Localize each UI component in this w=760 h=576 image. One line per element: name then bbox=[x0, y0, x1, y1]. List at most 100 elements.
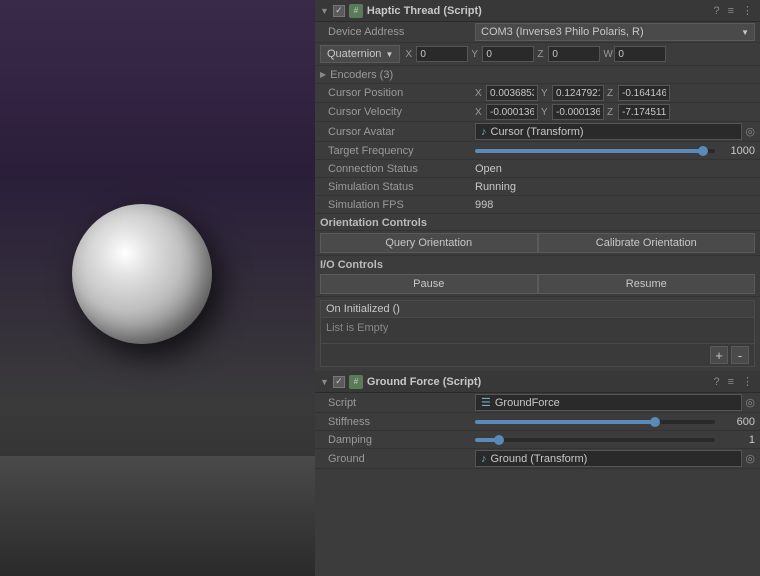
device-address-dropdown[interactable]: COM3 (Inverse3 Philo Polaris, R) bbox=[475, 23, 755, 41]
pos-y-label: Y bbox=[541, 88, 551, 99]
help-icon[interactable]: ? bbox=[711, 5, 721, 17]
pos-z-label: Z bbox=[607, 88, 617, 99]
connection-status-row: Connection Status Open bbox=[315, 160, 760, 178]
quat-y-field: Y bbox=[471, 46, 534, 62]
stiffness-track[interactable] bbox=[475, 420, 715, 424]
damping-thumb[interactable] bbox=[494, 435, 504, 445]
script-selector[interactable]: ◎ bbox=[745, 396, 755, 409]
target-frequency-slider-container: 1000 bbox=[475, 145, 755, 157]
orientation-controls-title: Orientation Controls bbox=[315, 214, 760, 231]
vel-z-input[interactable] bbox=[618, 104, 670, 120]
encoders-arrow[interactable]: ▶ bbox=[320, 70, 326, 79]
calibrate-orientation-button[interactable]: Calibrate Orientation bbox=[538, 233, 756, 253]
query-orientation-button[interactable]: Query Orientation bbox=[320, 233, 538, 253]
remove-event-button[interactable]: - bbox=[731, 346, 749, 364]
ground-row: Ground ♪ Ground (Transform) ◎ bbox=[315, 449, 760, 469]
connection-status-value: Open bbox=[475, 163, 755, 175]
stiffness-label: Stiffness bbox=[320, 416, 475, 428]
cursor-vel-y: Y bbox=[541, 104, 604, 120]
cursor-avatar-name: Cursor (Transform) bbox=[491, 126, 584, 138]
stiffness-thumb[interactable] bbox=[650, 417, 660, 427]
encoders-row: ▶ Encoders (3) bbox=[315, 66, 760, 84]
ground-force-header: ▼ # Ground Force (Script) ? ≡ ⋮ bbox=[315, 371, 760, 393]
ground-force-help-icon[interactable]: ? bbox=[711, 376, 721, 388]
quat-z-label: Z bbox=[537, 49, 547, 60]
io-buttons-row: Pause Resume bbox=[315, 272, 760, 297]
on-initialized-label: On Initialized () bbox=[326, 303, 400, 315]
resume-button[interactable]: Resume bbox=[538, 274, 756, 294]
damping-row: Damping 1 bbox=[315, 431, 760, 449]
damping-track[interactable] bbox=[475, 438, 715, 442]
quat-w-field: W bbox=[603, 46, 666, 62]
ground-label: Ground bbox=[320, 453, 475, 465]
script-name: GroundForce bbox=[495, 397, 560, 409]
script-icon: # bbox=[349, 4, 363, 18]
quat-z-input[interactable] bbox=[548, 46, 600, 62]
simulation-status-value: Running bbox=[475, 181, 755, 193]
vel-x-input[interactable] bbox=[486, 104, 538, 120]
vel-y-input[interactable] bbox=[552, 104, 604, 120]
cursor-vel-x: X bbox=[475, 104, 538, 120]
on-initialized-header: On Initialized () bbox=[321, 301, 754, 318]
cursor-pos-x: X bbox=[475, 85, 538, 101]
cursor-pos-y: Y bbox=[541, 85, 604, 101]
settings-icon[interactable]: ≡ bbox=[726, 5, 736, 17]
cursor-position-row: Cursor Position X Y Z bbox=[315, 84, 760, 103]
ground-force-menu-icon[interactable]: ⋮ bbox=[740, 375, 755, 388]
cursor-avatar-icon: ♪ bbox=[481, 126, 487, 138]
stiffness-value: 600 bbox=[720, 416, 755, 428]
quat-w-label: W bbox=[603, 49, 613, 60]
vel-y-label: Y bbox=[541, 107, 551, 118]
quat-w-input[interactable] bbox=[614, 46, 666, 62]
cursor-vel-z: Z bbox=[607, 104, 670, 120]
pos-z-input[interactable] bbox=[618, 85, 670, 101]
cursor-velocity-label: Cursor Velocity bbox=[320, 106, 475, 118]
quat-x-field: X bbox=[405, 46, 468, 62]
quat-x-input[interactable] bbox=[416, 46, 468, 62]
menu-icon[interactable]: ⋮ bbox=[740, 4, 755, 17]
simulation-fps-label: Simulation FPS bbox=[320, 199, 475, 211]
io-controls-title: I/O Controls bbox=[315, 256, 760, 272]
ground-selector[interactable]: ◎ bbox=[745, 452, 755, 465]
pos-y-input[interactable] bbox=[552, 85, 604, 101]
ground-force-checkbox[interactable] bbox=[333, 376, 345, 388]
collapse-arrow[interactable]: ▼ bbox=[320, 6, 329, 16]
script-obj-icon: ☰ bbox=[481, 396, 491, 409]
stiffness-slider-container: 600 bbox=[475, 416, 755, 428]
on-initialized-body: List is Empty bbox=[321, 318, 754, 343]
quaternion-label: Quaternion bbox=[327, 48, 381, 60]
ground-force-settings-icon[interactable]: ≡ bbox=[726, 376, 736, 388]
ground-force-collapse-arrow[interactable]: ▼ bbox=[320, 377, 329, 387]
simulation-fps-row: Simulation FPS 998 bbox=[315, 196, 760, 214]
target-frequency-track[interactable] bbox=[475, 149, 715, 153]
quaternion-select[interactable]: Quaternion bbox=[320, 45, 400, 63]
cursor-avatar-selector[interactable]: ◎ bbox=[745, 125, 755, 138]
haptic-thread-checkbox[interactable] bbox=[333, 5, 345, 17]
damping-label: Damping bbox=[320, 434, 475, 446]
pause-button[interactable]: Pause bbox=[320, 274, 538, 294]
quaternion-fields: X Y Z W bbox=[400, 46, 755, 62]
target-frequency-thumb[interactable] bbox=[698, 146, 708, 156]
haptic-thread-header: ▼ # Haptic Thread (Script) ? ≡ ⋮ bbox=[315, 0, 760, 22]
ground-force-title: Ground Force (Script) bbox=[367, 376, 712, 388]
vel-x-label: X bbox=[475, 107, 485, 118]
device-address-value: COM3 (Inverse3 Philo Polaris, R) bbox=[481, 26, 644, 38]
ground-plane bbox=[0, 456, 315, 576]
simulation-status-row: Simulation Status Running bbox=[315, 178, 760, 196]
target-frequency-fill bbox=[475, 149, 703, 153]
pos-x-input[interactable] bbox=[486, 85, 538, 101]
add-event-button[interactable]: + bbox=[710, 346, 728, 364]
quat-y-input[interactable] bbox=[482, 46, 534, 62]
header-icons: ? ≡ ⋮ bbox=[711, 4, 755, 17]
ground-name: Ground (Transform) bbox=[491, 453, 588, 465]
quat-z-field: Z bbox=[537, 46, 600, 62]
ground-obj-icon: ♪ bbox=[481, 453, 487, 465]
quaternion-vec-fields: X Y Z W bbox=[405, 46, 666, 62]
3d-viewport bbox=[0, 0, 315, 576]
quat-x-label: X bbox=[405, 49, 415, 60]
inspector-panel: ▼ # Haptic Thread (Script) ? ≡ ⋮ Device … bbox=[315, 0, 760, 576]
on-initialized-footer: + - bbox=[321, 343, 754, 366]
script-label: Script bbox=[320, 397, 475, 409]
sphere-object bbox=[72, 204, 212, 344]
sphere-mesh bbox=[72, 204, 212, 344]
